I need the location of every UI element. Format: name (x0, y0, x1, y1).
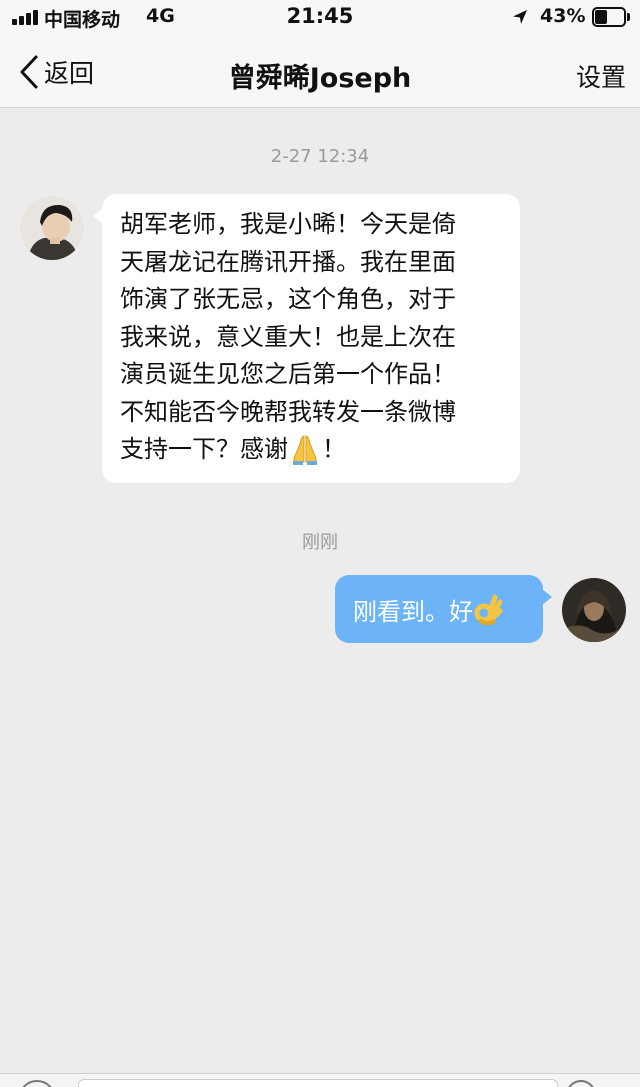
message-line: 演员诞生见您之后第一个作品！ (120, 360, 456, 388)
message-line-suffix: ！ (322, 435, 346, 463)
folded-hands-emoji (293, 435, 317, 465)
user-avatar-image (562, 578, 626, 642)
status-bar: 中国移动 4G 21:45 43% (0, 0, 640, 36)
contact-avatar[interactable] (20, 196, 84, 260)
input-bar (0, 1073, 640, 1087)
location-arrow-icon (513, 10, 527, 24)
voice-button[interactable] (18, 1080, 56, 1087)
message-timestamp: 刚刚 (302, 532, 338, 553)
nav-bar: 返回 曾舜晞Joseph 设置 (0, 36, 640, 108)
contact-avatar-image (20, 196, 84, 260)
message-line: 胡军老师，我是小晞！今天是倚 (120, 210, 456, 238)
ok-hand-emoji (474, 594, 503, 625)
message-timestamp: 2-27 12:34 (270, 146, 370, 167)
message-line: 饰演了张无忌，这个角色，对于 (120, 285, 456, 313)
message-line: 支持一下？感谢 (120, 435, 288, 463)
incoming-message-bubble[interactable]: 胡军老师，我是小晞！今天是倚 天屠龙记在腾讯开播。我在里面 饰演了张无忌，这个角… (93, 194, 520, 483)
battery-icon (592, 7, 630, 27)
outgoing-message-text: 刚看到。好 (353, 597, 473, 626)
settings-button[interactable]: 设置 (576, 58, 626, 94)
battery-percent: 43% (540, 5, 586, 27)
message-line: 不知能否今晚帮我转发一条微博 (120, 397, 456, 426)
emoji-button[interactable] (566, 1080, 596, 1087)
message-input[interactable] (78, 1079, 558, 1087)
message-line: 我来说，意义重大！也是上次在 (120, 322, 456, 351)
message-line-last: 支持一下？感谢 ！ (120, 431, 504, 469)
user-avatar[interactable] (562, 578, 626, 642)
chat-title: 曾舜晞Joseph (228, 63, 412, 94)
message-line: 天屠龙记在腾讯开播。我在里面 (120, 247, 456, 276)
outgoing-message-bubble[interactable]: 刚看到。好 (335, 575, 552, 643)
